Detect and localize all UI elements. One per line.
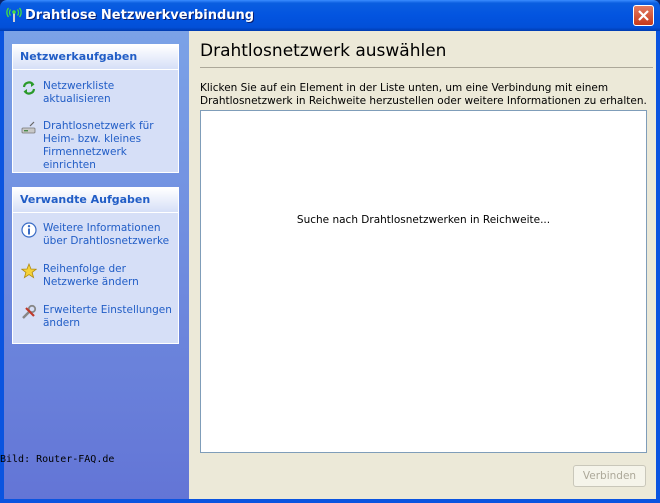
title-divider	[200, 67, 653, 68]
window: Drahtlose Netzwerkverbindung Netzwerkauf…	[0, 0, 660, 503]
searching-status: Suche nach Drahtlosnetzwerken in Reichwe…	[296, 214, 551, 226]
close-button[interactable]	[633, 5, 654, 26]
wireless-setup-icon	[21, 121, 36, 134]
client-area: Netzwerkaufgaben Netzwerkliste aktualisi…	[4, 31, 656, 499]
setup-wireless-network-link[interactable]: Drahtlosnetzwerk für Heim- bzw. kleines …	[21, 120, 176, 171]
network-order-label: Reihenfolge der Netzwerke ändern	[43, 263, 139, 288]
refresh-icon	[22, 81, 36, 95]
setup-wireless-network-label: Drahtlosnetzwerk für Heim- bzw. kleines …	[43, 120, 154, 171]
advanced-settings-label: Erweiterte Einstellungen ändern	[43, 304, 172, 329]
settings-icon	[22, 304, 37, 319]
image-credit: Bild: Router-FAQ.de	[0, 454, 115, 465]
title-bar[interactable]: Drahtlose Netzwerkverbindung	[0, 0, 660, 31]
network-order-link[interactable]: Reihenfolge der Netzwerke ändern	[21, 263, 176, 291]
network-tasks-header: Netzwerkaufgaben	[13, 45, 178, 70]
page-title: Drahtlosnetzwerk auswählen	[200, 41, 447, 61]
advanced-settings-link[interactable]: Erweiterte Einstellungen ändern	[21, 304, 176, 332]
connect-button[interactable]: Verbinden	[573, 465, 646, 487]
network-tasks-panel: Netzwerkaufgaben Netzwerkliste aktualisi…	[12, 44, 179, 173]
instructions-text: Klicken Sie auf ein Element in der Liste…	[200, 82, 647, 107]
more-info-label: Weitere Informationen über Drahtlosnetzw…	[43, 222, 170, 247]
wireless-network-icon	[6, 7, 22, 22]
window-frame: Netzwerkaufgaben Netzwerkliste aktualisi…	[0, 31, 660, 503]
network-list[interactable]: Suche nach Drahtlosnetzwerken in Reichwe…	[200, 110, 647, 453]
related-tasks-header: Verwandte Aufgaben	[13, 188, 178, 213]
refresh-network-list-label: Netzwerkliste aktualisieren	[43, 80, 115, 105]
main-pane: Drahtlosnetzwerk auswählen Klicken Sie a…	[189, 31, 656, 499]
window-title: Drahtlose Netzwerkverbindung	[25, 8, 255, 23]
info-icon	[21, 222, 37, 238]
related-tasks-panel: Verwandte Aufgaben Weitere Informationen…	[12, 187, 179, 344]
more-info-link[interactable]: Weitere Informationen über Drahtlosnetzw…	[21, 222, 176, 250]
task-sidebar: Netzwerkaufgaben Netzwerkliste aktualisi…	[4, 31, 189, 499]
close-icon	[638, 10, 649, 21]
refresh-network-list-link[interactable]: Netzwerkliste aktualisieren	[21, 80, 176, 105]
star-icon	[21, 263, 37, 279]
